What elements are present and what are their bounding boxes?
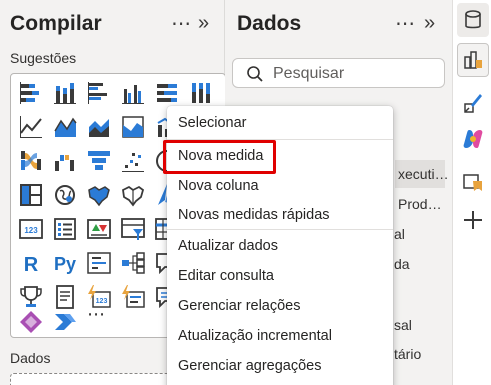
bookmark-pane-button[interactable] <box>457 165 489 199</box>
copilot-button[interactable] <box>457 122 489 156</box>
ribbon-chart-icon[interactable] <box>17 147 45 175</box>
data-pane-collapse-icon[interactable]: » <box>424 13 435 33</box>
waterfall-chart-icon[interactable] <box>51 147 79 175</box>
svg-text:R: R <box>24 254 39 276</box>
data-well-label: Dados <box>10 350 51 366</box>
stacked-area-chart-icon[interactable] <box>85 113 113 141</box>
card-icon[interactable]: 123 <box>17 215 45 243</box>
bookmark-pane-icon <box>463 174 482 191</box>
build-pane-title: Compilar <box>10 12 102 35</box>
format-pane-button[interactable] <box>457 86 489 120</box>
svg-text:Py: Py <box>54 254 76 274</box>
menu-item-gerenciar-relacoes[interactable]: Gerenciar relações <box>178 298 301 314</box>
clustered-bar-chart-icon[interactable] <box>85 79 113 107</box>
menu-item-editar-consulta[interactable]: Editar consulta <box>178 268 274 284</box>
100-stacked-column-chart-icon[interactable] <box>187 79 215 107</box>
funnel-chart-icon[interactable] <box>85 147 113 175</box>
stacked-bar-chart-icon[interactable] <box>17 79 45 107</box>
100-stacked-area-chart-icon[interactable] <box>119 113 147 141</box>
build-visual-icon <box>464 51 482 69</box>
line-chart-icon[interactable] <box>17 113 45 141</box>
key-influencers-icon[interactable] <box>85 249 113 277</box>
build-pane-more-icon[interactable]: ⋯ <box>171 14 192 34</box>
power-apps-icon[interactable] <box>17 308 45 336</box>
search-box[interactable] <box>232 58 445 88</box>
menu-item-novas-medidas-rapidas[interactable]: Novas medidas rápidas <box>178 207 330 223</box>
copilot-icon <box>463 130 483 148</box>
menu-item-nova-coluna[interactable]: Nova coluna <box>178 178 259 194</box>
data-pane-more-icon[interactable]: ⋯ <box>395 14 416 34</box>
kpi-icon[interactable] <box>85 215 113 243</box>
add-pane-icon <box>464 211 482 229</box>
r-visual-icon[interactable]: R <box>17 249 45 277</box>
build-pane-collapse-icon[interactable]: » <box>198 13 209 33</box>
suggestions-label: Sugestões <box>10 50 77 66</box>
tree-item[interactable]: Prod… <box>398 196 442 212</box>
new-card-icon[interactable] <box>119 283 147 311</box>
shape-map-icon[interactable] <box>119 181 147 209</box>
build-pane-button[interactable] <box>457 43 489 77</box>
tree-item[interactable]: tário <box>394 346 421 362</box>
data-pane-button[interactable] <box>457 3 489 37</box>
slicer-icon[interactable] <box>119 215 147 243</box>
menu-item-gerenciar-agregacoes[interactable]: Gerenciar agregações <box>178 358 321 374</box>
data-pane-title: Dados <box>237 12 302 35</box>
100-stacked-bar-chart-icon[interactable] <box>153 79 181 107</box>
power-automate-icon[interactable] <box>51 308 79 336</box>
add-pane-button[interactable] <box>457 203 489 237</box>
map-icon[interactable] <box>51 181 79 209</box>
paginated-report-icon[interactable] <box>51 283 79 311</box>
tree-item[interactable]: da <box>394 256 410 272</box>
trophy-icon[interactable] <box>17 283 45 311</box>
decomposition-tree-icon[interactable] <box>119 249 147 277</box>
pane-switcher-rail <box>452 0 491 385</box>
menu-item-atualizar-dados[interactable]: Atualizar dados <box>178 238 278 254</box>
filled-map-icon[interactable] <box>85 181 113 209</box>
search-input[interactable] <box>273 63 433 85</box>
stacked-column-chart-icon[interactable] <box>51 79 79 107</box>
scatter-chart-icon[interactable] <box>119 147 147 175</box>
menu-item-selecionar[interactable]: Selecionar <box>178 115 247 131</box>
tree-item[interactable]: al <box>394 226 405 242</box>
treemap-icon[interactable] <box>17 181 45 209</box>
multi-row-card-icon[interactable] <box>51 215 79 243</box>
svg-text:123: 123 <box>24 226 38 235</box>
menu-item-atualizacao-incremental[interactable]: Atualização incremental <box>178 328 332 344</box>
search-icon <box>247 66 263 82</box>
tree-item[interactable]: xecuti… <box>398 166 449 182</box>
tree-item[interactable]: sal <box>394 317 412 333</box>
format-brush-icon <box>464 94 482 113</box>
clustered-column-chart-icon[interactable] <box>119 79 147 107</box>
python-visual-icon[interactable]: Py <box>51 249 79 277</box>
database-icon <box>465 10 481 29</box>
highlight-box <box>163 140 276 174</box>
more-visuals-icon[interactable]: ⋯ <box>87 304 106 325</box>
area-chart-icon[interactable] <box>51 113 79 141</box>
menu-divider <box>167 229 393 230</box>
